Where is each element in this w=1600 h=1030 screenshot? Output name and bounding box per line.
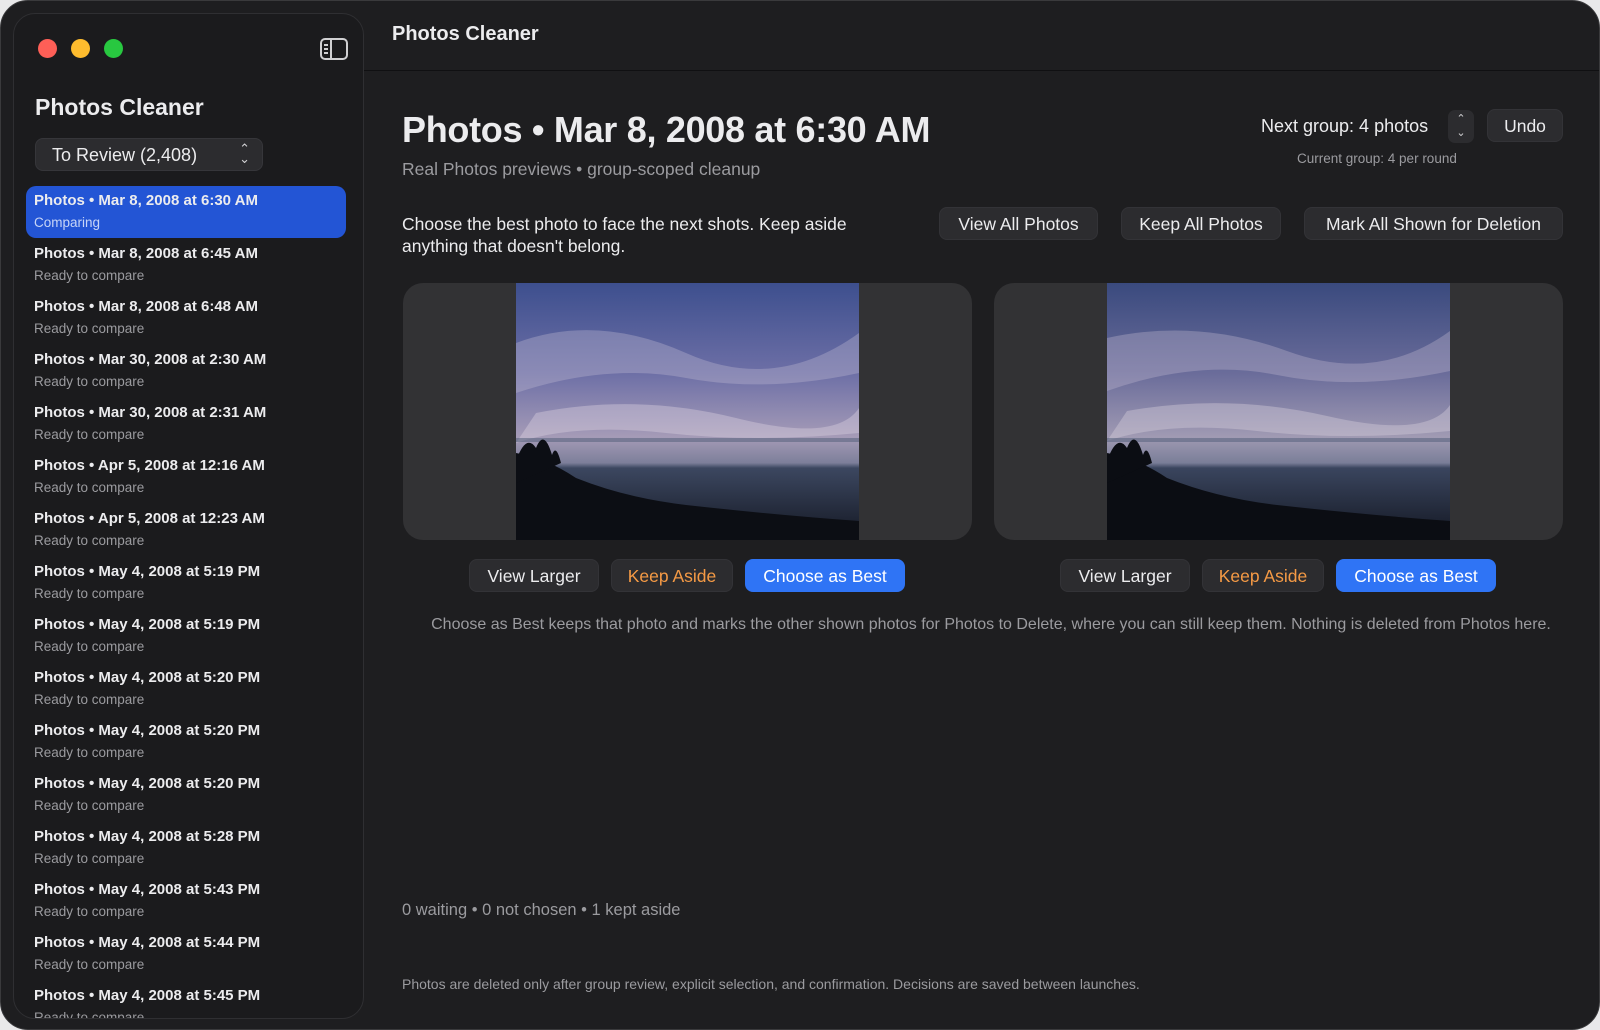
group-item[interactable]: Photos • Apr 5, 2008 at 12:23 AM Ready t… — [26, 504, 346, 556]
keep-aside-button[interactable]: Keep Aside — [1202, 559, 1324, 592]
group-item-status: Ready to compare — [34, 321, 145, 336]
group-item-title: Photos • Mar 8, 2008 at 6:48 AM — [34, 298, 258, 315]
photo-card — [403, 283, 972, 540]
group-item-title: Photos • Apr 5, 2008 at 12:16 AM — [34, 457, 265, 474]
window-title: Photos Cleaner — [392, 23, 539, 45]
group-item[interactable]: Photos • Mar 8, 2008 at 6:48 AM Ready to… — [26, 292, 346, 344]
undo-button[interactable]: Undo — [1487, 109, 1563, 142]
view-larger-button[interactable]: View Larger — [1060, 559, 1190, 592]
current-group-label: Current group: 4 per round — [1297, 151, 1457, 166]
group-item[interactable]: Photos • May 4, 2008 at 5:44 PM Ready to… — [26, 928, 346, 980]
keep-aside-button[interactable]: Keep Aside — [611, 559, 733, 592]
group-item[interactable]: Photos • May 4, 2008 at 5:19 PM Ready to… — [26, 557, 346, 609]
group-item-title: Photos • May 4, 2008 at 5:20 PM — [34, 669, 261, 686]
group-item[interactable]: Photos • Apr 5, 2008 at 12:16 AM Ready t… — [26, 451, 346, 503]
group-item-status: Ready to compare — [34, 586, 145, 601]
titlebar-divider — [364, 70, 1599, 71]
group-item[interactable]: Photos • May 4, 2008 at 5:20 PM Ready to… — [26, 769, 346, 821]
group-item-status: Ready to compare — [34, 480, 145, 495]
window-controls — [38, 39, 123, 58]
close-window-button[interactable] — [38, 39, 57, 58]
view-all-photos-button[interactable]: View All Photos — [939, 207, 1098, 240]
group-item-status: Ready to compare — [34, 268, 145, 283]
group-item[interactable]: Photos • May 4, 2008 at 5:28 PM Ready to… — [26, 822, 346, 874]
view-larger-button[interactable]: View Larger — [469, 559, 599, 592]
group-item-title: Photos • May 4, 2008 at 5:43 PM — [34, 881, 261, 898]
minimize-window-button[interactable] — [71, 39, 90, 58]
chevron-up-down-icon: ⌃ ⌄ — [239, 141, 250, 166]
sidebar: Photos Cleaner To Review (2,408) ⌃ ⌄ Phot… — [13, 13, 364, 1019]
group-item-title: Photos • Apr 5, 2008 at 12:23 AM — [34, 510, 265, 527]
status-summary: 0 waiting • 0 not chosen • 1 kept aside — [402, 901, 681, 919]
photo-preview[interactable] — [516, 283, 859, 540]
group-item-status: Ready to compare — [34, 904, 145, 919]
group-item-status: Ready to compare — [34, 692, 145, 707]
zoom-window-button[interactable] — [104, 39, 123, 58]
group-size-stepper[interactable]: ⌃ ⌄ — [1448, 110, 1474, 143]
group-item-status: Comparing — [34, 215, 101, 230]
group-item[interactable]: Photos • May 4, 2008 at 5:45 PM Ready to… — [26, 981, 346, 1019]
group-item-title: Photos • May 4, 2008 at 5:19 PM — [34, 616, 261, 633]
group-item-status: Ready to compare — [34, 639, 145, 654]
keep-all-photos-button[interactable]: Keep All Photos — [1121, 207, 1281, 240]
instructions-text: Choose the best photo to face the next s… — [402, 214, 847, 256]
group-item-status: Ready to compare — [34, 533, 145, 548]
group-item-status: Ready to compare — [34, 957, 145, 972]
choose-as-best-button[interactable]: Choose as Best — [745, 559, 905, 592]
group-item-title: Photos • Mar 30, 2008 at 2:31 AM — [34, 404, 267, 421]
group-item-title: Photos • Mar 8, 2008 at 6:30 AM — [34, 192, 258, 209]
group-item[interactable]: Photos • Mar 8, 2008 at 6:30 AM Comparin… — [26, 186, 346, 238]
group-item-title: Photos • May 4, 2008 at 5:45 PM — [34, 987, 261, 1004]
group-item-title: Photos • May 4, 2008 at 5:44 PM — [34, 934, 261, 951]
group-item[interactable]: Photos • May 4, 2008 at 5:43 PM Ready to… — [26, 875, 346, 927]
sidebar-toggle-icon[interactable] — [320, 38, 348, 60]
group-item-title: Photos • May 4, 2008 at 5:20 PM — [34, 775, 261, 792]
app-window: Photos Cleaner To Review (2,408) ⌃ ⌄ Phot… — [0, 0, 1600, 1030]
group-item-status: Ready to compare — [34, 745, 145, 760]
photo-image — [1107, 283, 1450, 540]
page-title: Photos • Mar 8, 2008 at 6:30 AM — [402, 109, 931, 150]
group-item-title: Photos • May 4, 2008 at 5:28 PM — [34, 828, 261, 845]
review-filter-select[interactable]: To Review (2,408) ⌃ ⌄ — [35, 138, 263, 171]
group-list: Photos • Mar 8, 2008 at 6:30 AM Comparin… — [26, 186, 346, 1019]
group-item-title: Photos • Mar 8, 2008 at 6:45 AM — [34, 245, 258, 262]
photo-image — [516, 283, 859, 540]
review-filter-value: To Review (2,408) — [52, 145, 198, 165]
group-item[interactable]: Photos • May 4, 2008 at 5:19 PM Ready to… — [26, 610, 346, 662]
group-item[interactable]: Photos • Mar 8, 2008 at 6:45 AM Ready to… — [26, 239, 346, 291]
group-item-status: Ready to compare — [34, 851, 145, 866]
group-item[interactable]: Photos • May 4, 2008 at 5:20 PM Ready to… — [26, 716, 346, 768]
explainer-text: Choose as Best keeps that photo and mark… — [431, 616, 1551, 633]
sidebar-title: Photos Cleaner — [35, 94, 204, 120]
group-item-status: Ready to compare — [34, 374, 145, 389]
group-item-status: Ready to compare — [34, 427, 145, 442]
group-item-status: Ready to compare — [34, 1010, 145, 1019]
group-item[interactable]: Photos • May 4, 2008 at 5:20 PM Ready to… — [26, 663, 346, 715]
group-item-title: Photos • Mar 30, 2008 at 2:30 AM — [34, 351, 267, 368]
page-subtitle: Real Photos previews • group-scoped clea… — [402, 159, 761, 179]
footer-note: Photos are deleted only after group revi… — [402, 976, 1140, 992]
group-item[interactable]: Photos • Mar 30, 2008 at 2:30 AM Ready t… — [26, 345, 346, 397]
group-item[interactable]: Photos • Mar 30, 2008 at 2:31 AM Ready t… — [26, 398, 346, 450]
next-group-label: Next group: 4 photos — [1261, 116, 1429, 136]
photo-card — [994, 283, 1563, 540]
choose-as-best-button[interactable]: Choose as Best — [1336, 559, 1496, 592]
group-item-status: Ready to compare — [34, 798, 145, 813]
group-item-title: Photos • May 4, 2008 at 5:20 PM — [34, 722, 261, 739]
group-item-title: Photos • May 4, 2008 at 5:19 PM — [34, 563, 261, 580]
mark-all-for-deletion-button[interactable]: Mark All Shown for Deletion — [1304, 207, 1563, 240]
photo-preview[interactable] — [1107, 283, 1450, 540]
